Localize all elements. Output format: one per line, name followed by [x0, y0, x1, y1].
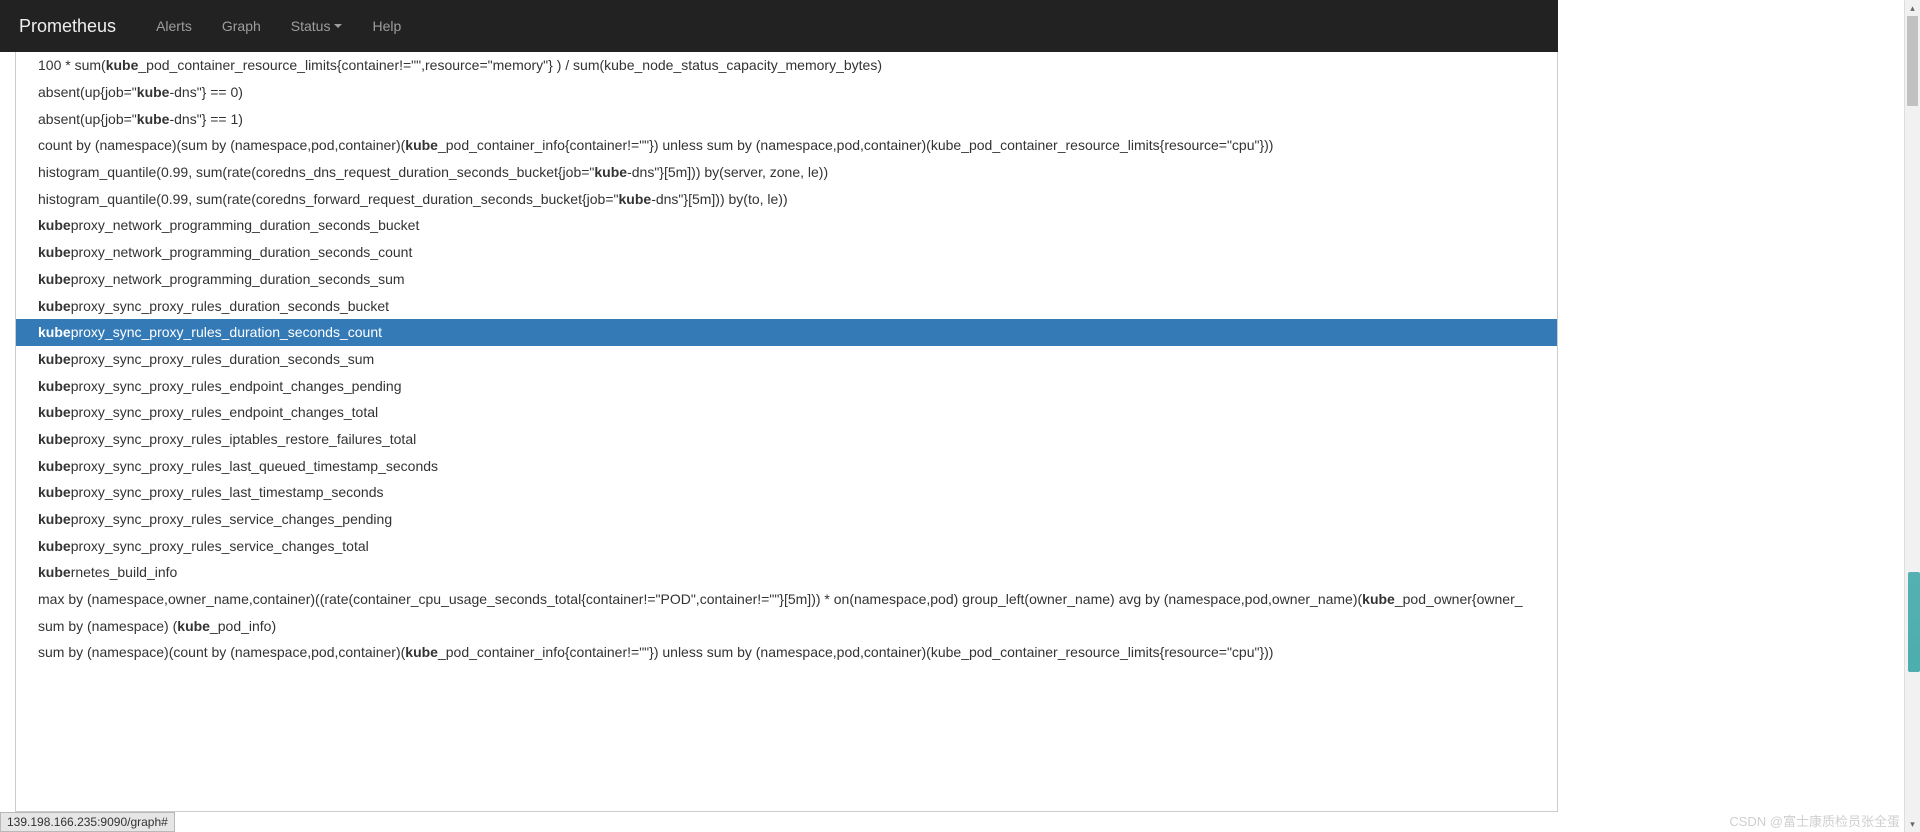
brand[interactable]: Prometheus	[15, 16, 131, 37]
match-highlight: kube	[405, 135, 438, 155]
autocomplete-item[interactable]: kubernetes_build_info	[16, 559, 1557, 586]
nav-item-alerts[interactable]: Alerts	[141, 3, 207, 49]
match-highlight: kube	[38, 482, 71, 502]
scroll-track[interactable]	[1905, 16, 1920, 816]
match-highlight: kube	[38, 402, 71, 422]
nav-item-graph[interactable]: Graph	[207, 3, 276, 49]
nav-item-help[interactable]: Help	[357, 3, 416, 49]
match-highlight: kube	[38, 376, 71, 396]
match-highlight: kube	[1362, 589, 1395, 609]
autocomplete-item[interactable]: 100 * sum(kube_pod_container_resource_li…	[16, 52, 1557, 79]
match-highlight: kube	[38, 562, 71, 582]
autocomplete-item[interactable]: count by (namespace)(sum by (namespace,p…	[16, 132, 1557, 159]
autocomplete-item[interactable]: max by (namespace,owner_name,container)(…	[16, 586, 1557, 613]
scroll-down-icon[interactable]: ▾	[1905, 816, 1920, 832]
autocomplete-item[interactable]: kubeproxy_sync_proxy_rules_service_chang…	[16, 532, 1557, 559]
browser-status-bar: 139.198.166.235:9090/graph#	[0, 812, 175, 832]
content: 100 * sum(kube_pod_container_resource_li…	[0, 52, 1558, 812]
autocomplete-item[interactable]: sum by (namespace) (kube_pod_info)	[16, 612, 1557, 639]
match-highlight: kube	[38, 322, 71, 342]
navbar: Prometheus AlertsGraphStatusHelp	[0, 0, 1558, 52]
browser-scrollbar[interactable]: ▴ ▾	[1904, 0, 1920, 832]
match-highlight: kube	[137, 109, 170, 129]
autocomplete-item[interactable]: absent(up{job="kube-dns"} == 0)	[16, 79, 1557, 106]
inner-scroll-indicator	[1908, 572, 1920, 672]
match-highlight: kube	[38, 509, 71, 529]
match-highlight: kube	[137, 82, 170, 102]
chevron-down-icon	[334, 24, 342, 28]
autocomplete-item[interactable]: histogram_quantile(0.99, sum(rate(coredn…	[16, 185, 1557, 212]
autocomplete-item[interactable]: kubeproxy_sync_proxy_rules_iptables_rest…	[16, 426, 1557, 453]
match-highlight: kube	[619, 189, 652, 209]
autocomplete-item[interactable]: kubeproxy_network_programming_duration_s…	[16, 266, 1557, 293]
match-highlight: kube	[38, 536, 71, 556]
match-highlight: kube	[38, 215, 71, 235]
scroll-up-icon[interactable]: ▴	[1905, 0, 1920, 16]
autocomplete-item[interactable]: kubeproxy_network_programming_duration_s…	[16, 239, 1557, 266]
match-highlight: kube	[177, 616, 210, 636]
autocomplete-item[interactable]: kubeproxy_sync_proxy_rules_duration_seco…	[16, 319, 1557, 346]
match-highlight: kube	[38, 296, 71, 316]
autocomplete-item[interactable]: kubeproxy_sync_proxy_rules_last_timestam…	[16, 479, 1557, 506]
match-highlight: kube	[38, 349, 71, 369]
match-highlight: kube	[405, 642, 438, 662]
autocomplete-item[interactable]: kubeproxy_sync_proxy_rules_duration_seco…	[16, 292, 1557, 319]
nav-item-status[interactable]: Status	[276, 3, 358, 49]
match-highlight: kube	[38, 242, 71, 262]
autocomplete-item[interactable]: kubeproxy_sync_proxy_rules_service_chang…	[16, 506, 1557, 533]
match-highlight: kube	[106, 55, 139, 75]
autocomplete-item[interactable]: kubeproxy_sync_proxy_rules_last_queued_t…	[16, 452, 1557, 479]
match-highlight: kube	[38, 456, 71, 476]
autocomplete-item[interactable]: kubeproxy_network_programming_duration_s…	[16, 212, 1557, 239]
scroll-thumb[interactable]	[1907, 16, 1918, 106]
autocomplete-item[interactable]: kubeproxy_sync_proxy_rules_endpoint_chan…	[16, 399, 1557, 426]
autocomplete-item[interactable]: kubeproxy_sync_proxy_rules_endpoint_chan…	[16, 372, 1557, 399]
match-highlight: kube	[38, 269, 71, 289]
autocomplete-item[interactable]: absent(up{job="kube-dns"} == 1)	[16, 105, 1557, 132]
autocomplete-item[interactable]: histogram_quantile(0.99, sum(rate(coredn…	[16, 159, 1557, 186]
autocomplete-item[interactable]: kubeproxy_sync_proxy_rules_duration_seco…	[16, 346, 1557, 373]
match-highlight: kube	[38, 429, 71, 449]
match-highlight: kube	[594, 162, 627, 182]
autocomplete-item[interactable]: sum by (namespace)(count by (namespace,p…	[16, 639, 1557, 666]
autocomplete-dropdown[interactable]: 100 * sum(kube_pod_container_resource_li…	[15, 52, 1558, 812]
status-url: 139.198.166.235:9090/graph#	[7, 815, 168, 829]
watermark: CSDN @富士康质检员张全蛋	[1729, 811, 1900, 830]
